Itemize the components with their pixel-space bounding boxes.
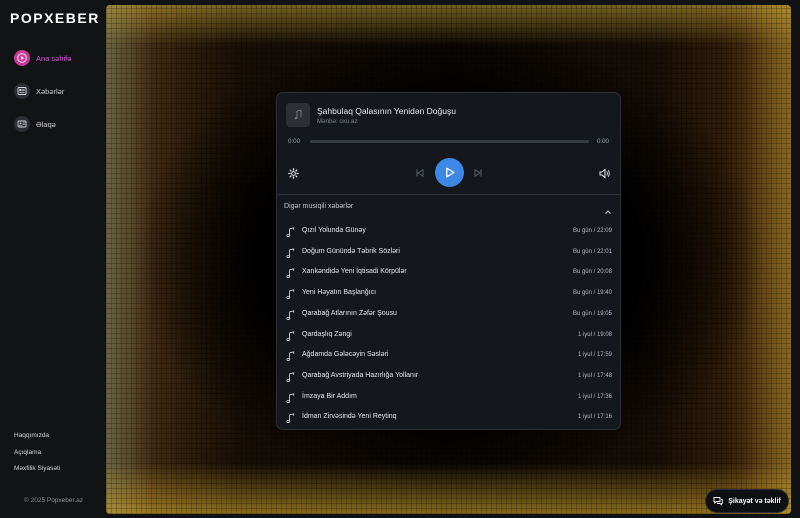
play-icon [446,167,455,178]
music-note-icon [285,225,296,243]
audio-player-card: Şahbulaq Qalasının Yenidən Doğuşu Mənbə:… [276,92,621,430]
list-item-title: Qarabağ Atlarının Zəfər Şousu [302,309,397,317]
copyright: © 2025 Popxeber.az [24,497,83,504]
music-note-icon [285,308,296,326]
related-list-header: Digər musiqili xəbərlər [284,203,354,210]
list-item-date: Bu gün / 19:40 [572,290,612,297]
chevron-up-icon[interactable] [604,203,612,221]
list-item[interactable]: Doğum Günündə Təbrik Sözləri Bu gün / 22:… [277,242,620,262]
list-item[interactable]: Ağdamda Gələcəyin Səsləri 1 iyul / 17:59 [277,345,620,365]
list-item-title: Qardaşlıq Zəngi [302,330,352,338]
list-item-title: Ağdamda Gələcəyin Səsləri [302,351,389,359]
list-item[interactable]: İmzaya Bir Addım 1 iyul / 17:36 [277,387,620,407]
track-source: Mənbə: oxu.az [317,118,358,125]
next-button[interactable] [472,167,484,179]
music-note-icon [285,349,296,367]
music-note-icon [285,329,296,347]
footer-link-about[interactable]: Haqqımızda [14,432,49,439]
current-time: 0:00 [288,138,301,145]
list-item-date: Bu gün / 20:08 [572,269,612,276]
list-item[interactable]: Qarabağ Atlarının Zəfər Şousu Bu gün / 19… [277,304,620,324]
music-note-icon [285,246,296,264]
list-item-title: Xankəndidə Yeni İqtisadi Körpülər [302,268,407,276]
list-item-title: İdman Zirvəsində Yeni Reytinq [302,413,397,421]
list-item-date: 1 iyul / 17:48 [577,372,612,379]
nav-item-news[interactable]: Xəbərlər [14,82,64,100]
list-item[interactable]: İdman Zirvəsində Yeni Reytinq 1 iyul / 17… [277,407,620,427]
list-item-title: Qızıl Yolunda Günəy [302,227,366,234]
list-item-date: 1 iyul / 19:08 [577,331,612,338]
nav-item-label: Xəbərlər [36,86,65,96]
list-item-title: Yeni Həyatın Başlanğıcı [302,289,377,297]
music-note-icon [294,109,302,120]
play-icon [14,50,30,66]
settings-button[interactable] [287,167,299,179]
footer-link-privacy[interactable]: Məxfilik Siyasəti [14,465,60,472]
music-note-icon [285,370,296,388]
site-logo[interactable]: POPXEBER [10,10,100,26]
list-item[interactable]: Yeni Həyatın Başlanğıcı Bu gün / 19:40 [277,283,620,303]
nav-item-label: Ana səhifə [36,53,72,63]
contact-icon [14,116,30,132]
next-icon [474,168,482,178]
list-item[interactable]: Qardaşlıq Zəngi 1 iyul / 19:08 [277,325,620,345]
list-item-title: Qarabağ Avstriyada Hazırlığa Yollanır [302,371,419,379]
news-icon [14,83,30,99]
list-item[interactable]: Qarabağ Avstriyada Hazırlığa Yollanır 1 i… [277,366,620,386]
nav-item-home[interactable]: Ana səhifə [14,49,71,67]
list-item-date: Bu gün / 19:05 [572,310,612,317]
progress-bar[interactable] [310,140,589,143]
music-note-icon [285,391,296,409]
list-item-date: Bu gün / 22:01 [572,248,612,255]
feedback-button[interactable]: Şikayət və təklif [705,489,789,513]
volume-icon [599,167,610,179]
track-title: Şahbulaq Qalasının Yenidən Doğuşu [317,106,456,116]
nav-item-label: Əlaqə [36,119,56,129]
list-item-title: İmzaya Bir Addım [302,392,357,400]
duration: 0:00 [596,138,609,145]
music-note-icon [285,266,296,284]
chat-icon [713,497,723,506]
cover-art [286,103,310,127]
footer-link-disclaimer[interactable]: Açıqlama [14,449,41,456]
sidebar: POPXEBER Ana səhifə Xəbərlər Əlaqə Haqqı… [0,0,106,518]
list-item[interactable]: Qızıl Yolunda Günəy Bu gün / 22:09 [277,221,620,241]
previous-button[interactable] [414,167,426,179]
music-note-icon [285,287,296,305]
list-item[interactable]: Xankəndidə Yeni İqtisadi Körpülər Bu gün … [277,262,620,282]
volume-button[interactable] [598,167,611,179]
previous-icon [416,168,424,178]
divider [277,194,620,195]
settings-icon [287,167,299,179]
list-item-date: 1 iyul / 17:36 [577,393,612,400]
list-item-title: Doğum Günündə Təbrik Sözləri [302,247,400,255]
nav-item-contact[interactable]: Əlaqə [14,115,56,133]
feedback-label: Şikayət və təklif [728,497,781,505]
list-item-date: Bu gün / 22:09 [572,228,612,234]
list-item-date: 1 iyul / 17:16 [577,414,612,421]
list-item-date: 1 iyul / 17:59 [577,352,612,359]
play-button[interactable] [435,158,464,187]
music-note-icon [285,411,296,429]
